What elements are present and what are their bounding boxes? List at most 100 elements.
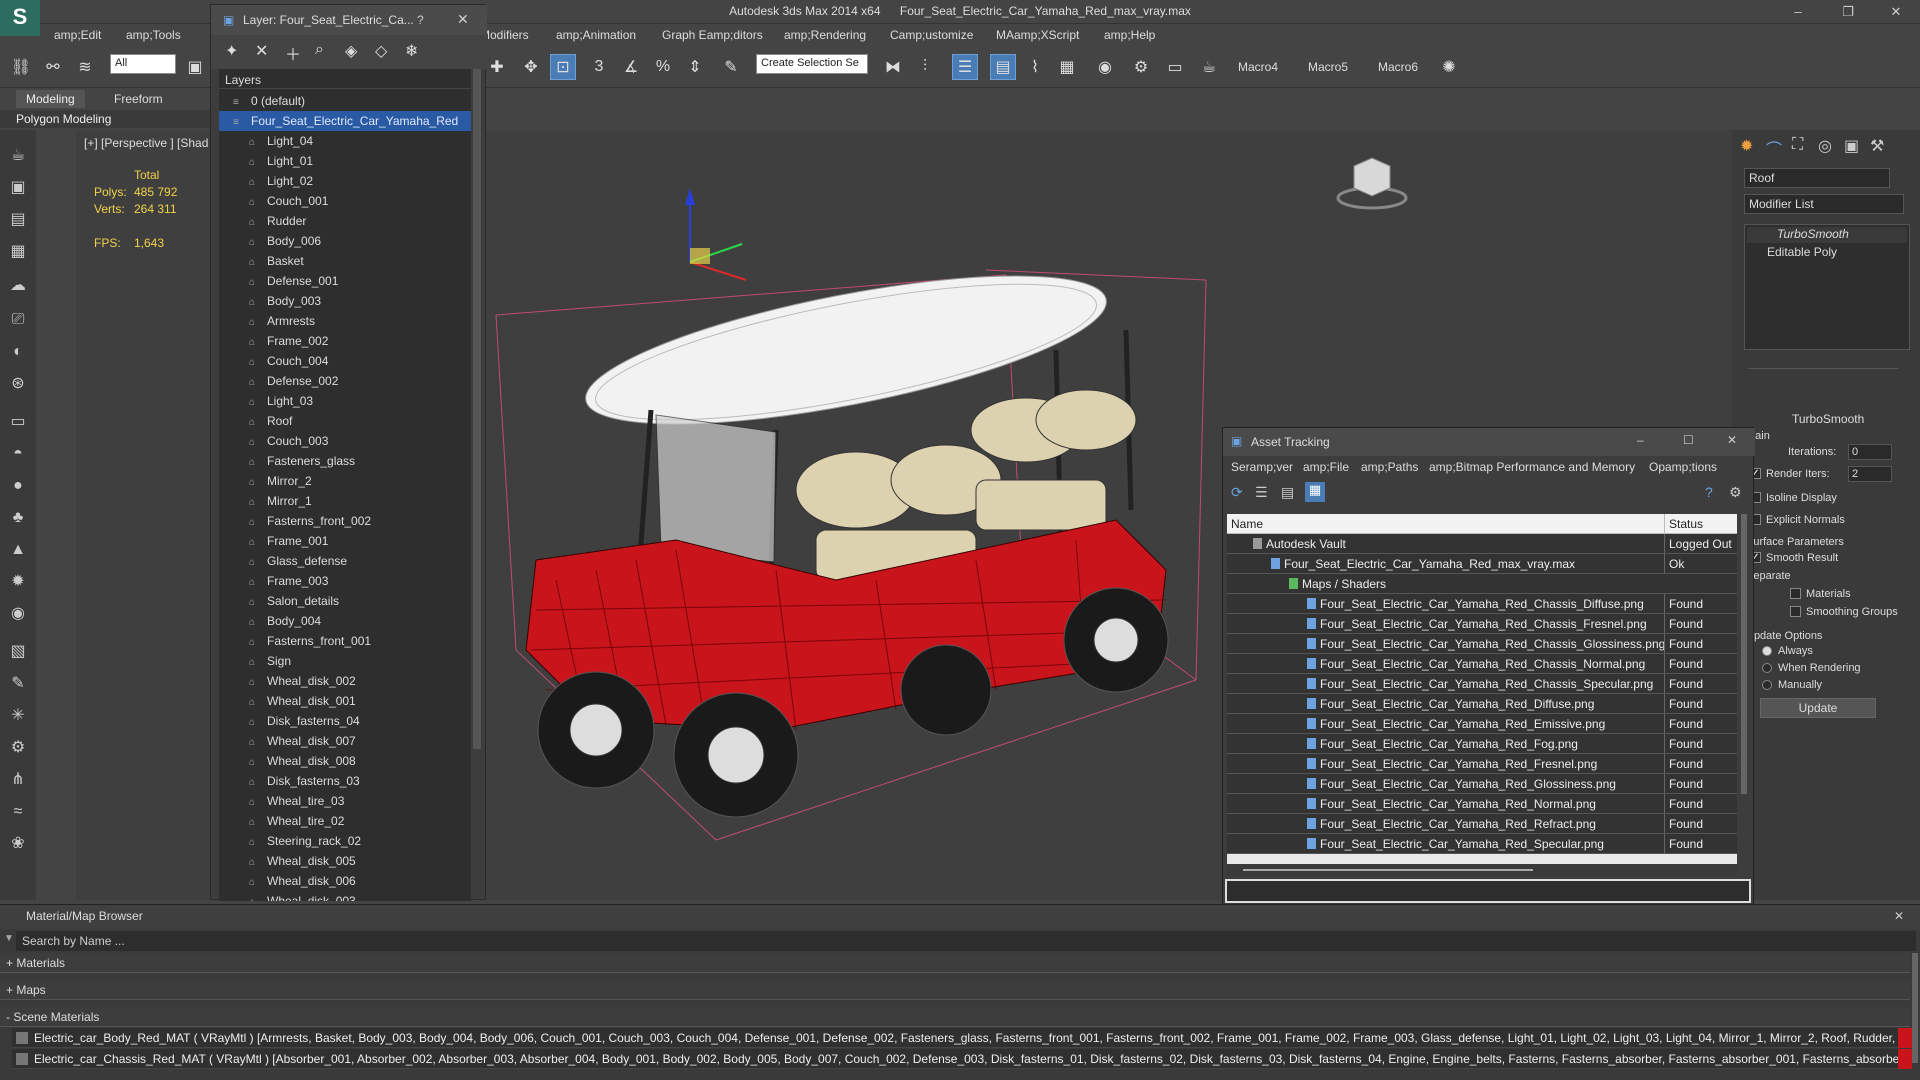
layer-item[interactable]: ⌂ Light_03 (219, 391, 471, 411)
asset-row[interactable]: Four_Seat_Electric_Car_Yamaha_Red_Refrac… (1227, 814, 1737, 834)
scene-material-row[interactable]: Electric_car_Chassis_Red_MAT ( VRayMtl )… (12, 1049, 1902, 1069)
layer-item[interactable]: ⌂ Sign (219, 651, 471, 671)
display-tab-icon[interactable]: ▣ (1844, 136, 1859, 156)
add-to-layer-icon[interactable]: ＋ (285, 41, 301, 65)
asset-row[interactable]: Four_Seat_Electric_Car_Yamaha_Red_Specul… (1227, 834, 1737, 854)
layer-item[interactable]: ⌂ Couch_001 (219, 191, 471, 211)
asset-row[interactable]: Four_Seat_Electric_Car_Yamaha_Red_max_vr… (1227, 554, 1737, 574)
globe-icon[interactable]: ◐ (6, 340, 30, 364)
asset-vscrollbar[interactable] (1741, 514, 1747, 794)
motion-tab-icon[interactable]: ◎ (1818, 136, 1832, 156)
layer-item[interactable]: ⌂ Wheal_disk_007 (219, 731, 471, 751)
layer-item[interactable]: ⌂ Wheal_disk_001 (219, 691, 471, 711)
material-editor-icon[interactable]: ◉ (1092, 54, 1118, 80)
menu-maxscript[interactable]: MAamp;XScript (996, 28, 1079, 42)
rollout-title[interactable]: TurboSmooth (1792, 412, 1864, 426)
layer-item[interactable]: ⌂ Light_01 (219, 151, 471, 171)
render-setup-icon[interactable]: ⚙ (1128, 54, 1154, 80)
asset-menu-bitmap[interactable]: amp;Bitmap Performance and Memory (1429, 460, 1635, 474)
restore-icon[interactable]: ❐ (1830, 2, 1866, 22)
render-frame-icon[interactable]: ▣ (6, 176, 30, 200)
link-icon[interactable]: ⛓ (8, 54, 34, 80)
asset-row[interactable]: Four_Seat_Electric_Car_Yamaha_Red_Fog.pn… (1227, 734, 1737, 754)
render-iters-spinner[interactable]: 2 (1848, 466, 1892, 482)
curve-editor-icon[interactable]: ⌇ (1022, 54, 1048, 80)
macro5-button[interactable]: Macro5 (1308, 60, 1348, 74)
macro6-button[interactable]: Macro6 (1378, 60, 1418, 74)
asset-row[interactable]: Four_Seat_Electric_Car_Yamaha_Red_Chassi… (1227, 674, 1737, 694)
new-layer-icon[interactable]: ✦ (225, 41, 238, 61)
layer-item[interactable]: ⌂ Couch_004 (219, 351, 471, 371)
menu-modifiers[interactable]: Modifiers (480, 28, 529, 42)
asset-table[interactable]: Name Status Autodesk Vault Logged Out Four… (1227, 514, 1737, 864)
layer-item[interactable]: ⌂ Salon_details (219, 591, 471, 611)
layer-item[interactable]: ⌂ Body_006 (219, 231, 471, 251)
layer-item[interactable]: ⌂ Defense_001 (219, 271, 471, 291)
teapot-icon[interactable]: ☕ (6, 144, 30, 168)
iterations-spinner[interactable]: 0 (1848, 444, 1892, 460)
tab-freeform[interactable]: Freeform (104, 90, 173, 108)
sun-cloud-icon[interactable]: ☁ (6, 274, 30, 298)
scene-material-row[interactable]: Electric_car_Body_Red_MAT ( VRayMtl ) [A… (12, 1028, 1902, 1048)
asset-row[interactable]: Four_Seat_Electric_Car_Yamaha_Red_Chassi… (1227, 614, 1737, 634)
pattern-icon[interactable]: ▧ (6, 640, 30, 664)
refresh-icon[interactable]: ⟳ (1231, 484, 1243, 501)
grass-icon[interactable]: ⋔ (6, 768, 30, 792)
table-view-icon[interactable]: ▦ (1305, 482, 1325, 502)
layer-item[interactable]: ⌂ Roof (219, 411, 471, 431)
tree-icon[interactable]: ♣ (6, 506, 30, 530)
asset-row[interactable]: Four_Seat_Electric_Car_Yamaha_Red_Chassi… (1227, 594, 1737, 614)
ribbon-toggle-icon[interactable]: ▤ (990, 54, 1016, 80)
when-rendering-radio[interactable] (1762, 663, 1772, 673)
edit-named-selection-icon[interactable]: ✎ (718, 54, 744, 80)
layer-item[interactable]: ⌂ Wheal_disk_006 (219, 871, 471, 891)
layer-item[interactable]: ⌂ Fasterns_front_002 (219, 511, 471, 531)
layer-item[interactable]: ⌂ Disk_fasterns_03 (219, 771, 471, 791)
layer-item[interactable]: ⌂ Body_004 (219, 611, 471, 631)
layer-selected[interactable]: ≡ Four_Seat_Electric_Car_Yamaha_Red (219, 111, 471, 131)
macro4-button[interactable]: Macro4 (1238, 60, 1278, 74)
move-icon[interactable]: ✥ (518, 54, 544, 80)
angle-snap-icon[interactable]: ∡ (618, 54, 644, 80)
materials-checkbox[interactable] (1790, 588, 1801, 599)
layer-list[interactable]: Layers ≡ 0 (default) ≡ Four_Seat_Electric_… (219, 69, 471, 901)
asset-menu-options[interactable]: Opamp;tions (1649, 460, 1717, 474)
asset-row[interactable]: Four_Seat_Electric_Car_Yamaha_Red_Glossi… (1227, 774, 1737, 794)
layer-item[interactable]: ⌂ Wheal_tire_02 (219, 811, 471, 831)
layer-item[interactable]: ⌂ Glass_defense (219, 551, 471, 571)
layer-item[interactable]: ⌂ Wheal_disk_008 (219, 751, 471, 771)
select-object-icon[interactable]: ▣ (182, 54, 208, 80)
layer-item[interactable]: ⌂ Fasterns_front_001 (219, 631, 471, 651)
layer-close-icon[interactable]: ✕ (457, 11, 469, 28)
help-button[interactable]: ? (417, 13, 424, 27)
asset-row[interactable]: Four_Seat_Electric_Car_Yamaha_Red_Diffus… (1227, 694, 1737, 714)
grid-icon[interactable]: ▦ (6, 240, 30, 264)
circle-icon[interactable]: ◉ (6, 602, 30, 626)
viewport-label[interactable]: [+] [Perspective ] [Shad (84, 136, 208, 150)
layer-item[interactable]: ⌂ Armrests (219, 311, 471, 331)
asset-menu-paths[interactable]: amp;Paths (1361, 460, 1418, 474)
asset-row[interactable]: Autodesk Vault Logged Out (1227, 534, 1737, 554)
polygon-modeling-panel[interactable]: Polygon Modeling (0, 110, 210, 128)
update-button[interactable]: Update (1760, 698, 1876, 718)
asset-menu-file[interactable]: amp;File (1303, 460, 1349, 474)
object-name-field[interactable]: Roof (1744, 168, 1890, 188)
asset-menu-server[interactable]: Seramp;ver (1231, 460, 1293, 474)
select-and-move-icon[interactable]: ⊡ (550, 54, 576, 80)
cone-icon[interactable]: ▲ (6, 538, 30, 562)
layer-item[interactable]: ⌂ Light_04 (219, 131, 471, 151)
layer-item[interactable]: ⌂ Mirror_1 (219, 491, 471, 511)
notes-icon[interactable]: ▤ (6, 208, 30, 232)
section-materials[interactable]: + Materials (0, 953, 1910, 973)
layer-item[interactable]: ⌂Wheal_disk_003 (219, 891, 471, 901)
fur-icon[interactable]: ❀ (6, 832, 30, 856)
utilities-tab-icon[interactable]: ⚒ (1870, 136, 1884, 156)
layer-item[interactable]: ⌂ Disk_fasterns_04 (219, 711, 471, 731)
layer-item[interactable]: ⌂ Rudder (219, 211, 471, 231)
paint-icon[interactable]: ✎ (6, 672, 30, 696)
section-scene-materials[interactable]: - Scene Materials (0, 1007, 1910, 1027)
manually-radio[interactable] (1762, 680, 1772, 690)
snap-3-icon[interactable]: 3 (586, 54, 612, 80)
asset-row[interactable]: Four_Seat_Electric_Car_Yamaha_Red_Fresne… (1227, 754, 1737, 774)
always-radio[interactable] (1762, 646, 1772, 656)
